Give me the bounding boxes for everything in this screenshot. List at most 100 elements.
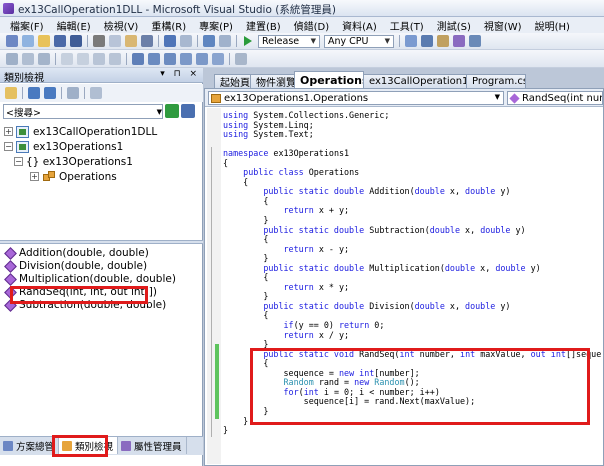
forward-arrow-icon[interactable] [44,87,56,99]
solution-platform-select[interactable]: Any CPU ▼ [324,34,394,48]
menu-tools[interactable]: 工具(T) [384,18,431,33]
decrease-indent-icon[interactable] [61,52,73,65]
code-line: public static double Subtraction(double … [263,224,526,235]
highlight-box-member [10,286,148,304]
settings-icon[interactable] [67,87,79,99]
tab-property-manager[interactable]: 屬性管理員 [118,437,187,454]
code-line: return x / y; [283,329,350,340]
expander-icon[interactable]: − [4,142,13,151]
document-tabs: 起始頁 物件瀏覽器 Operations.cs ex13CallOperatio… [204,68,604,88]
solution-explorer-icon[interactable] [421,35,433,47]
clear-bookmarks-icon[interactable] [212,52,224,65]
tab-operations-cs[interactable]: Operations.cs [294,71,364,88]
menu-debug[interactable]: 偵錯(D) [288,18,337,33]
next-bookmark-in-folder-icon[interactable] [196,52,208,65]
menu-data[interactable]: 資料(A) [336,18,384,33]
navigate-forward-icon[interactable] [219,35,231,47]
menu-build[interactable]: 建置(B) [240,18,288,33]
menu-file[interactable]: 檔案(F) [4,18,51,33]
standard-toolbar: Release ▼ Any CPU ▼ [0,33,604,50]
type-selector[interactable]: ex13Operations1.Operations ▼ [208,91,504,105]
window-title: ex13CallOperation1DLL - Microsoft Visual… [18,4,336,16]
increase-indent-icon[interactable] [77,52,89,65]
object-browser-icon[interactable] [453,35,465,47]
menu-window[interactable]: 視窗(W) [478,18,529,33]
tab-start-page[interactable]: 起始頁 [214,74,252,88]
class-view-header: 類別檢視 ▾ ⊓ × [0,68,203,84]
back-arrow-icon[interactable] [28,87,40,99]
parameter-info-icon[interactable] [22,52,34,65]
expander-icon[interactable]: − [14,157,23,166]
menu-test[interactable]: 測試(S) [431,18,478,33]
text-editor-toolbar [0,50,604,68]
start-debugging-icon[interactable] [244,36,252,46]
class-view-search: <搜尋> ▼ [3,104,200,119]
pane-splitter[interactable] [0,240,203,244]
code-line: public static double Addition(double x, … [263,186,511,197]
uncomment-icon[interactable] [109,52,121,65]
chevron-down-icon: ▼ [310,37,316,45]
toggle-bookmark-icon[interactable] [132,52,144,65]
tree-item-ex13calloperation1dll[interactable]: + ex13CallOperation1DLL [0,124,203,139]
code-line: return x + y; [283,205,350,216]
tree-item-operations-class[interactable]: + Operations [0,169,203,184]
toolbox-icon[interactable] [469,35,481,47]
navigate-backward-icon[interactable] [203,35,215,47]
expander-icon[interactable]: + [30,172,39,181]
tree-item-namespace[interactable]: − {} ex13Operations1 [0,154,203,169]
solution-configuration-select[interactable]: Release ▼ [258,34,320,48]
previous-bookmark-in-folder-icon[interactable] [180,52,192,65]
menu-refactor[interactable]: 重構(R) [145,18,193,33]
method-icon [509,92,520,104]
menu-edit[interactable]: 編輯(E) [51,18,98,33]
code-line: return x * y; [283,281,350,292]
menu-view[interactable]: 檢視(V) [98,18,146,33]
redo-icon[interactable] [180,35,192,47]
code-line: public static double Multiplication(doub… [263,262,541,273]
search-go-icon[interactable] [165,104,179,118]
undo-icon[interactable] [164,35,176,47]
tab-object-browser[interactable]: 物件瀏覽器 [250,74,296,88]
tab-ex13calloperation1dll[interactable]: ex13CallOperation1DLL [363,74,467,88]
properties-icon[interactable] [437,35,449,47]
member-addition[interactable]: Addition(double, double) [0,246,203,259]
add-item-icon[interactable] [22,35,34,47]
view-options-icon[interactable] [90,87,102,99]
comment-out-icon[interactable] [93,52,105,65]
menu-bar: 檔案(F) 編輯(E) 檢視(V) 重構(R) 專案(P) 建置(B) 偵錯(D… [0,17,604,33]
copy-icon[interactable] [109,35,121,47]
code-line: using System.Text; [223,129,314,140]
pane-window-buttons[interactable]: ▾ ⊓ × [160,69,200,79]
search-input[interactable]: <搜尋> ▼ [3,104,163,119]
save-icon[interactable] [54,35,66,47]
tree-item-ex13operations1[interactable]: − ex13Operations1 [0,139,203,154]
title-bar: ex13CallOperation1DLL - Microsoft Visual… [0,0,604,17]
highlight-box-tab [52,435,108,457]
find-in-files-icon[interactable] [405,35,417,47]
next-bookmark-icon[interactable] [164,52,176,65]
toolbar-options-icon[interactable] [235,52,247,65]
tab-solution-explorer[interactable]: 方案總管 [0,437,60,454]
method-icon [5,261,15,271]
save-all-icon[interactable] [70,35,82,47]
expander-icon[interactable]: + [4,127,13,136]
clear-search-icon[interactable] [181,104,195,118]
cut-icon[interactable] [93,35,105,47]
display-object-member-list-icon[interactable] [6,52,18,65]
editor-navigation-bar: ex13Operations1.Operations ▼ RandSeq(int… [205,89,603,107]
menu-project[interactable]: 專案(P) [193,18,240,33]
new-folder-icon[interactable] [5,87,17,99]
menu-help[interactable]: 說明(H) [529,18,577,33]
change-tracking-bar [215,344,219,419]
class-view-pane: 類別檢視 ▾ ⊓ × <搜尋> ▼ + ex13CallOperation1DLL… [0,68,203,466]
paste-icon[interactable] [125,35,137,47]
member-multiplication[interactable]: Multiplication(double, double) [0,272,203,285]
find-icon[interactable] [141,35,153,47]
member-division[interactable]: Division(double, double) [0,259,203,272]
previous-bookmark-icon[interactable] [148,52,160,65]
member-selector[interactable]: RandSeq(int number [507,91,603,105]
tab-program-cs[interactable]: Program.cs [466,74,526,88]
new-project-icon[interactable] [6,35,18,47]
open-file-icon[interactable] [38,35,50,47]
quick-info-icon[interactable] [38,52,50,65]
